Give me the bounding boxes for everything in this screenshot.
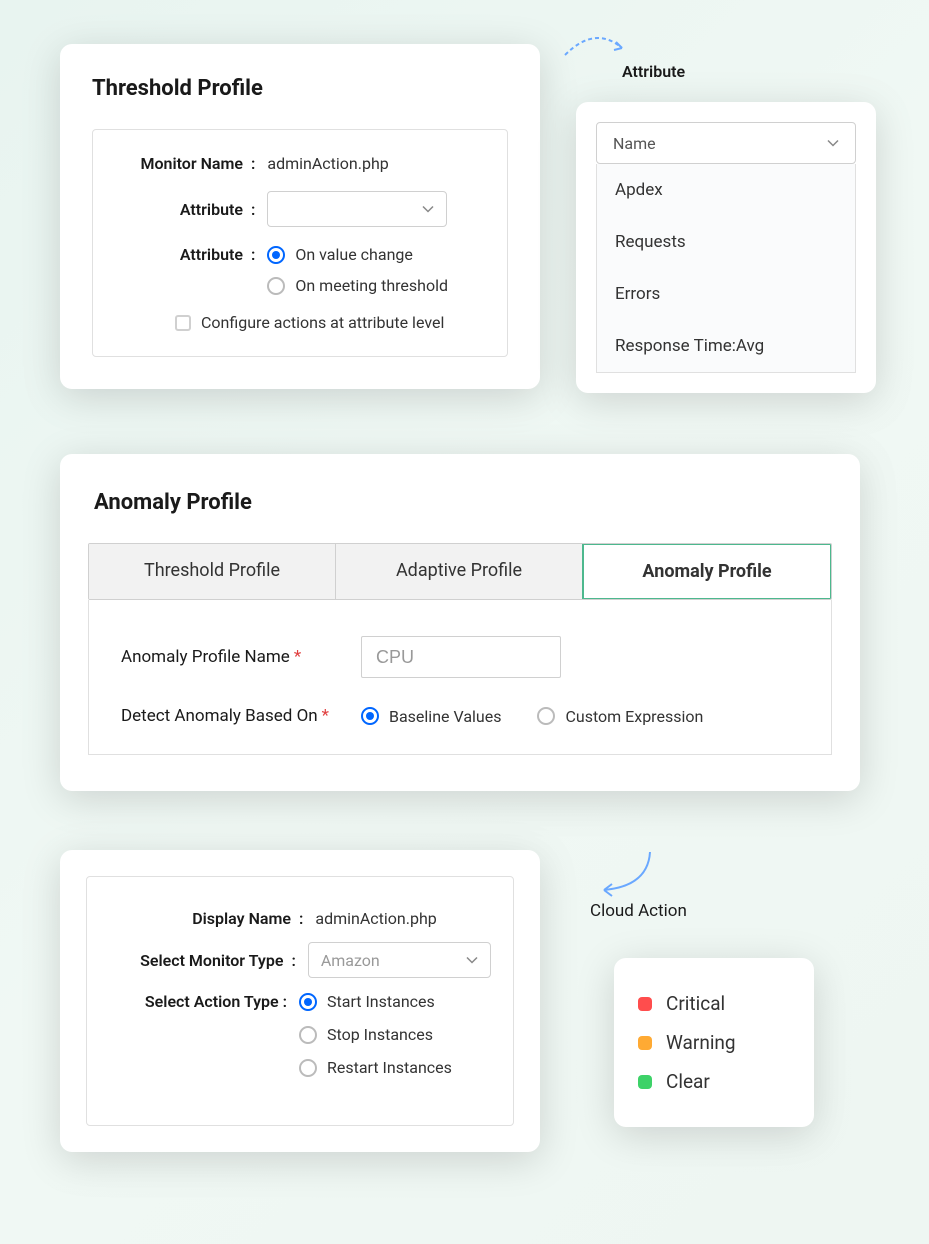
radio-restart-instances[interactable]: Restart Instances <box>299 1058 452 1077</box>
tab-threshold-profile[interactable]: Threshold Profile <box>89 544 336 599</box>
profile-tabs: Threshold Profile Adaptive Profile Anoma… <box>88 543 832 600</box>
monitor-name-label: Monitor Name <box>121 154 251 173</box>
anomaly-name-input[interactable] <box>361 636 561 678</box>
dropdown-header[interactable]: Name <box>596 122 856 164</box>
monitor-name-row: Monitor Name : adminAction.php <box>121 154 479 173</box>
radio-on-value-change[interactable]: On value change <box>267 245 448 264</box>
anomaly-form: Anomaly Profile Name* Detect Anomaly Bas… <box>88 600 832 755</box>
anomaly-profile-card: Anomaly Profile Threshold Profile Adapti… <box>60 454 860 791</box>
radio-baseline-values[interactable]: Baseline Values <box>361 707 501 726</box>
legend-clear: Clear <box>638 1062 790 1101</box>
legend-critical: Critical <box>638 984 790 1023</box>
attribute-select-label: Attribute <box>121 200 251 219</box>
attribute-trigger-label: Attribute <box>121 245 251 264</box>
monitor-type-label: Select Monitor Type <box>109 951 291 970</box>
checkbox-icon <box>175 315 191 331</box>
action-type-label: Select Action Type : <box>109 992 299 1011</box>
trigger-radio-group: On value change On meeting threshold <box>267 245 448 295</box>
attribute-callout-label: Attribute <box>622 62 685 81</box>
action-type-row: Select Action Type : Start Instances Sto… <box>109 992 491 1079</box>
display-name-value: adminAction.php <box>315 909 436 928</box>
chevron-down-icon <box>466 956 478 964</box>
radio-start-instances[interactable]: Start Instances <box>299 992 452 1011</box>
arrow-attribute-icon <box>560 20 630 68</box>
swatch-warning-icon <box>638 1036 652 1050</box>
dropdown-list: Apdex Requests Errors Response Time:Avg <box>596 164 856 373</box>
cloud-action-callout: Cloud Action <box>590 901 687 921</box>
dropdown-item-requests[interactable]: Requests <box>597 216 855 268</box>
cloud-action-card: Display Name : adminAction.php Select Mo… <box>60 850 540 1152</box>
threshold-form: Monitor Name : adminAction.php Attribute… <box>92 129 508 357</box>
anomaly-title: Anomaly Profile <box>88 490 832 515</box>
monitor-type-select[interactable]: Amazon <box>308 942 491 978</box>
detect-basis-label: Detect Anomaly Based On* <box>121 706 361 726</box>
display-name-row: Display Name : adminAction.php <box>109 909 491 928</box>
anomaly-name-row: Anomaly Profile Name* <box>121 636 799 678</box>
radio-on-meeting-threshold[interactable]: On meeting threshold <box>267 276 448 295</box>
attribute-select[interactable] <box>267 191 447 227</box>
anomaly-name-label: Anomaly Profile Name* <box>121 647 361 667</box>
tab-anomaly-profile[interactable]: Anomaly Profile <box>582 543 832 600</box>
dropdown-item-errors[interactable]: Errors <box>597 268 855 320</box>
tab-adaptive-profile[interactable]: Adaptive Profile <box>336 544 583 599</box>
cloud-form: Display Name : adminAction.php Select Mo… <box>86 876 514 1126</box>
threshold-title: Threshold Profile <box>92 76 508 101</box>
status-legend-card: Critical Warning Clear <box>614 958 814 1127</box>
attribute-select-row: Attribute : <box>121 191 479 227</box>
action-radio-group: Start Instances Stop Instances Restart I… <box>299 992 452 1079</box>
attribute-dropdown-card: Name Apdex Requests Errors Response Time… <box>576 102 876 393</box>
monitor-type-value: Amazon <box>321 951 380 970</box>
radio-stop-instances[interactable]: Stop Instances <box>299 1025 452 1044</box>
chevron-down-icon <box>422 205 434 213</box>
attribute-trigger-row: Attribute : On value change On meeting t… <box>121 245 479 295</box>
configure-actions-checkbox[interactable]: Configure actions at attribute level <box>175 313 479 332</box>
chevron-down-icon <box>827 139 839 147</box>
display-name-label: Display Name <box>109 909 299 928</box>
dropdown-header-label: Name <box>613 134 656 153</box>
swatch-clear-icon <box>638 1075 652 1089</box>
threshold-profile-card: Threshold Profile Monitor Name : adminAc… <box>60 44 540 389</box>
detect-radio-group: Baseline Values Custom Expression <box>361 707 703 726</box>
monitor-type-row: Select Monitor Type : Amazon <box>109 942 491 978</box>
dropdown-item-response-time[interactable]: Response Time:Avg <box>597 320 855 372</box>
dropdown-item-apdex[interactable]: Apdex <box>597 164 855 216</box>
arrow-cloud-icon <box>590 846 670 902</box>
legend-warning: Warning <box>638 1023 790 1062</box>
swatch-critical-icon <box>638 997 652 1011</box>
monitor-name-value: adminAction.php <box>267 154 388 173</box>
radio-custom-expression[interactable]: Custom Expression <box>537 707 703 726</box>
detect-basis-row: Detect Anomaly Based On* Baseline Values… <box>121 706 799 726</box>
